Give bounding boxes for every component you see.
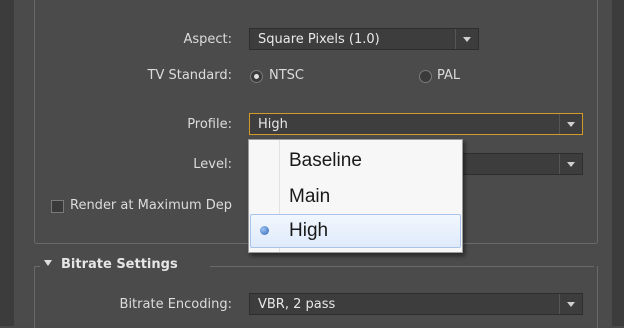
chevron-down-icon — [559, 114, 582, 134]
disclosure-triangle-icon — [44, 260, 52, 266]
chevron-down-icon — [559, 154, 582, 174]
menu-item-main[interactable]: Main — [250, 180, 461, 214]
render-max-depth-label: Render at Maximum Dep — [70, 198, 233, 213]
section-divider — [210, 266, 594, 267]
pal-radio[interactable] — [419, 70, 432, 83]
tv-standard-label: TV Standard: — [147, 68, 233, 83]
profile-label: Profile: — [187, 117, 232, 132]
panel-right-edge — [612, 0, 624, 326]
menu-item-high[interactable]: High — [250, 214, 461, 248]
bitrate-encoding-label: Bitrate Encoding: — [119, 297, 232, 312]
menu-item-label: Baseline — [289, 150, 362, 171]
chevron-down-icon — [455, 29, 478, 49]
chevron-down-icon — [559, 294, 582, 314]
bitrate-settings-header[interactable]: Bitrate Settings — [44, 257, 178, 272]
ntsc-label: NTSC — [269, 68, 304, 83]
menu-item-baseline[interactable]: Baseline — [250, 144, 461, 178]
bitrate-encoding-value: VBR, 2 pass — [258, 297, 336, 312]
selected-bullet-icon — [260, 226, 269, 235]
bitrate-encoding-select[interactable]: VBR, 2 pass — [249, 293, 583, 315]
panel-left-edge — [0, 0, 14, 326]
aspect-select[interactable]: Square Pixels (1.0) — [249, 28, 479, 50]
menu-item-label: High — [289, 220, 329, 241]
level-label: Level: — [193, 157, 232, 172]
aspect-label: Aspect: — [183, 32, 232, 47]
aspect-value: Square Pixels (1.0) — [258, 32, 380, 47]
render-max-depth-checkbox[interactable] — [51, 200, 64, 213]
profile-select[interactable]: High — [249, 113, 583, 135]
profile-value: High — [258, 117, 288, 132]
menu-item-label: Main — [289, 186, 331, 207]
pal-label: PAL — [437, 68, 461, 83]
profile-dropdown-menu: Baseline Main High — [248, 139, 463, 253]
ntsc-radio[interactable] — [250, 70, 263, 83]
export-settings-panel: Aspect: Square Pixels (1.0) TV Standard:… — [0, 0, 624, 328]
bitrate-settings-title: Bitrate Settings — [61, 257, 178, 272]
